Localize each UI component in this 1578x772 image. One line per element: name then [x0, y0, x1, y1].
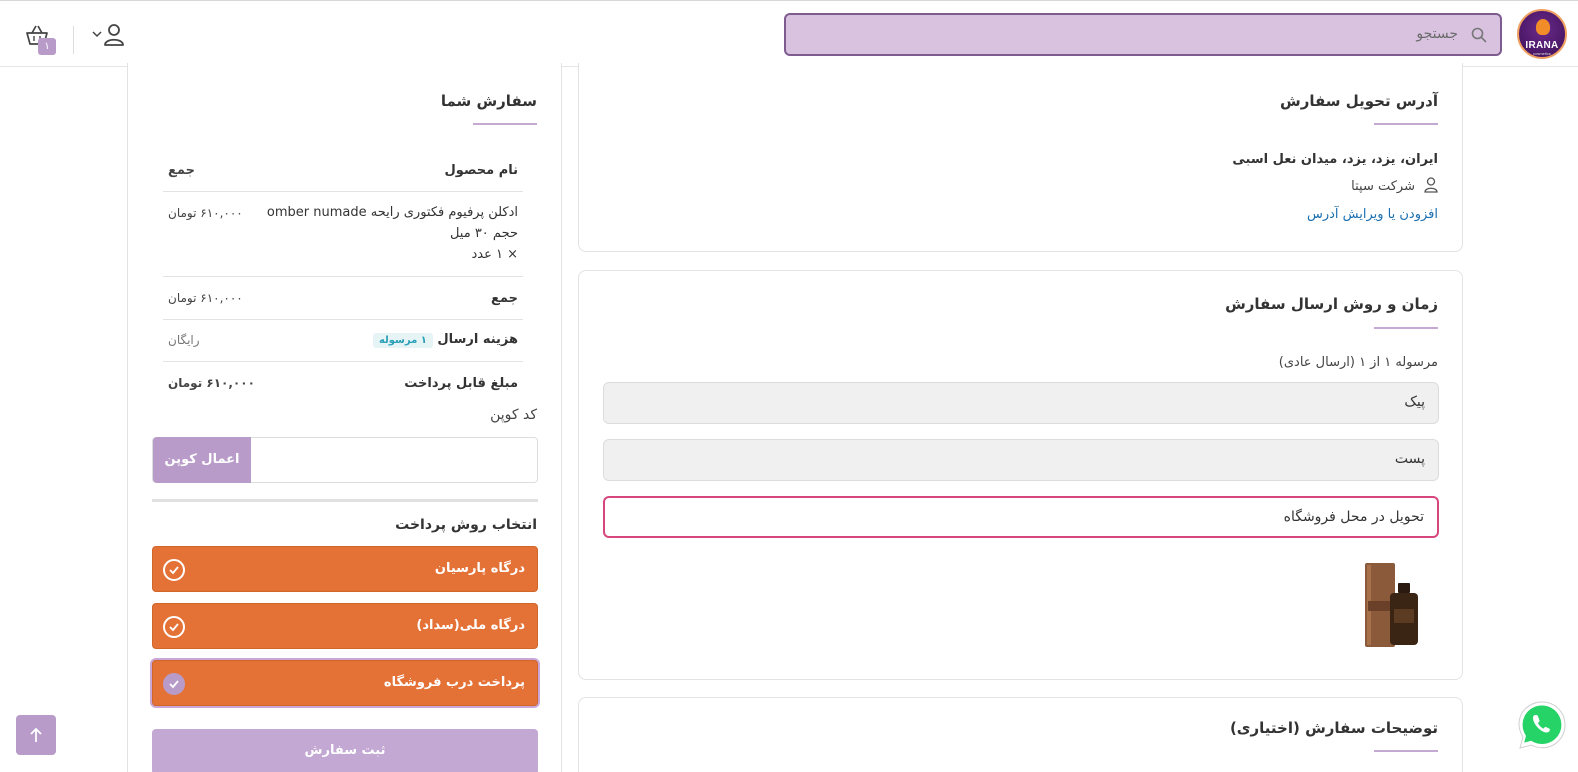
- check-circle-icon: [163, 559, 185, 581]
- payment-option-pay-at-store[interactable]: پرداخت درب فروشگاه: [152, 660, 538, 706]
- payment-option-parsian[interactable]: درگاه پارسیان: [152, 546, 538, 592]
- shipping-option-post[interactable]: پست: [603, 439, 1439, 481]
- table-row: ادکلن پرفیوم فکتوری رایحه omber numade ح…: [163, 192, 523, 277]
- shipping-cost-label: هزینه ارسال ۱ مرسوله: [367, 332, 518, 348]
- shipping-option-store-pickup[interactable]: تحویل در محل فروشگاه: [603, 496, 1439, 538]
- col-total-header: جمع: [168, 163, 195, 178]
- address-company: شرکت سپتا: [1351, 179, 1415, 194]
- delivery-address-card: آدرس تحویل سفارش ایران، یزد، یزد، میدان …: [578, 63, 1463, 252]
- check-circle-icon: [163, 616, 185, 638]
- shipping-option-label: پیک: [1404, 394, 1425, 410]
- address-line: ایران، یزد، یزد، میدان نعل اسبی: [1232, 152, 1438, 167]
- search-icon: [1471, 27, 1487, 43]
- table-row: هزینه ارسال ۱ مرسوله رایگان: [163, 320, 523, 362]
- order-notes-card: توضیحات سفارش (اختیاری): [578, 697, 1463, 772]
- edit-address-link[interactable]: افزودن یا ویرایش آدرس: [1307, 207, 1438, 222]
- shipment-count-badge: ۱ مرسوله: [372, 333, 433, 348]
- subtotal-label: جمع: [491, 291, 518, 306]
- chevron-down-icon[interactable]: [92, 30, 102, 38]
- shipping-option-label: پست: [1394, 451, 1425, 467]
- cart-count-badge: ۱: [38, 38, 56, 55]
- coupon-field[interactable]: اعمال کوپن: [152, 437, 538, 483]
- table-header-row: نام محصول جمع: [163, 153, 523, 192]
- payable-value: ۶۱۰,۰۰۰ تومان: [168, 376, 255, 390]
- section-divider: [152, 499, 538, 502]
- shipping-cost-text: هزینه ارسال: [437, 332, 518, 347]
- shipping-option-courier[interactable]: پیک: [603, 382, 1439, 424]
- search-placeholder: جستجو: [1416, 26, 1458, 42]
- col-product-header: نام محصول: [444, 163, 518, 178]
- payment-option-label: پرداخت درب فروشگاه: [383, 675, 525, 690]
- arrow-up-icon: [30, 727, 42, 742]
- logo-text: IRANA: [1525, 40, 1559, 51]
- top-header: IRANA cosmetics جستجو ۱: [0, 0, 1578, 67]
- scroll-to-top-button[interactable]: [16, 715, 56, 755]
- person-icon: [1424, 177, 1438, 193]
- item-volume: حجم ۳۰ میل: [449, 226, 518, 241]
- logo-subtext: cosmetics: [1533, 51, 1551, 56]
- product-thumbnail: [1365, 563, 1418, 647]
- title-underline: [1374, 123, 1438, 125]
- title-underline: [1374, 327, 1438, 329]
- address-title: آدرس تحویل سفارش: [1280, 92, 1438, 110]
- title-underline: [1374, 750, 1438, 752]
- whatsapp-icon[interactable]: [1516, 699, 1568, 751]
- item-price: ۶۱۰,۰۰۰ تومان: [168, 206, 243, 220]
- package-label: مرسوله ۱ از ۱ (ارسال عادی): [1278, 355, 1438, 370]
- logo-drop-icon: [1536, 19, 1550, 35]
- item-quantity: × ۱ عدد: [471, 247, 518, 262]
- title-underline: [473, 123, 537, 125]
- brand-logo[interactable]: IRANA cosmetics: [1517, 9, 1567, 59]
- payment-title: انتخاب روش پرداخت: [395, 517, 537, 533]
- coupon-label: کد کوپن: [490, 407, 537, 423]
- notes-title: توضیحات سفارش (اختیاری): [1229, 719, 1438, 737]
- shipping-cost-value: رایگان: [168, 333, 200, 347]
- header-divider: [73, 26, 74, 54]
- user-icon[interactable]: [103, 23, 125, 47]
- check-circle-icon: [163, 673, 185, 695]
- order-title: سفارش شما: [440, 92, 537, 110]
- table-row: جمع ۶۱۰,۰۰۰ تومان: [163, 277, 523, 320]
- payment-option-label: درگاه پارسیان: [434, 561, 525, 576]
- submit-order-button[interactable]: ثبت سفارش: [152, 729, 538, 772]
- apply-coupon-button[interactable]: اعمال کوپن: [153, 437, 251, 483]
- shipping-title: زمان و روش ارسال سفارش: [1225, 295, 1438, 313]
- payment-option-label: درگاه ملی(سداد): [416, 618, 525, 633]
- payable-label: مبلغ قابل پرداخت: [404, 376, 518, 391]
- subtotal-value: ۶۱۰,۰۰۰ تومان: [168, 291, 243, 305]
- payment-option-melli[interactable]: درگاه ملی(سداد): [152, 603, 538, 649]
- shipping-option-label: تحویل در محل فروشگاه: [1283, 509, 1424, 525]
- table-row: مبلغ قابل پرداخت ۶۱۰,۰۰۰ تومان: [163, 362, 523, 404]
- search-input[interactable]: جستجو: [784, 13, 1502, 56]
- shipping-method-card: زمان و روش ارسال سفارش مرسوله ۱ از ۱ (ار…: [578, 270, 1463, 680]
- order-summary-card: سفارش شما نام محصول جمع ادکلن پرفیوم فکت…: [127, 63, 562, 772]
- item-name: ادکلن پرفیوم فکتوری رایحه omber numade: [266, 205, 518, 220]
